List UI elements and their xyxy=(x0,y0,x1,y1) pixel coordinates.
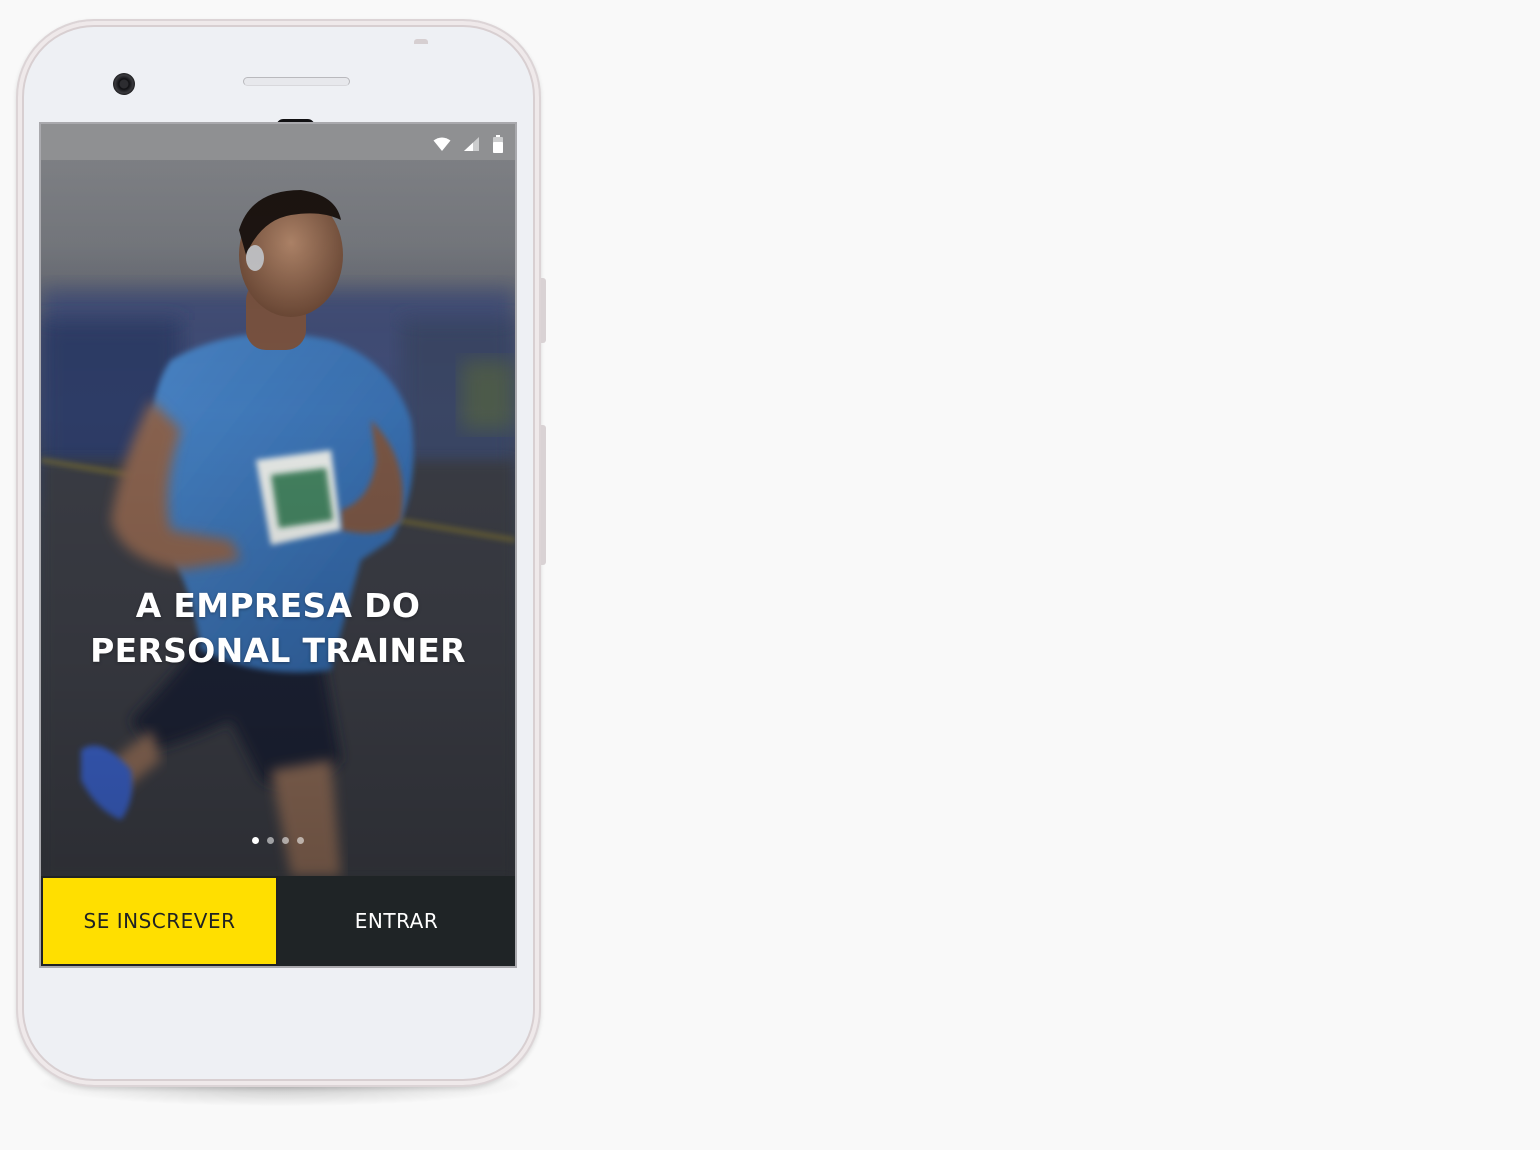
app-screen: A EMPRESA DO PERSONAL TRAINER SE INSCREV… xyxy=(41,124,515,966)
phone-top-button xyxy=(414,39,428,44)
carousel-dot-3[interactable] xyxy=(282,837,289,844)
hero-overlay xyxy=(41,160,515,876)
front-camera xyxy=(113,73,135,95)
phone-volume-button xyxy=(541,425,546,565)
status-icons xyxy=(433,134,503,154)
cellular-signal-icon xyxy=(464,137,480,151)
signup-button[interactable]: SE INSCREVER xyxy=(41,876,278,966)
auth-actions: SE INSCREVER ENTRAR xyxy=(41,876,515,966)
login-button[interactable]: ENTRAR xyxy=(278,876,515,966)
wifi-icon xyxy=(433,137,451,151)
earpiece-speaker xyxy=(243,77,350,86)
phone-power-button xyxy=(541,278,546,343)
headline-line-2: PERSONAL TRAINER xyxy=(90,631,466,670)
headline: A EMPRESA DO PERSONAL TRAINER xyxy=(41,583,515,673)
status-bar xyxy=(41,124,515,160)
headline-line-1: A EMPRESA DO xyxy=(135,586,421,625)
carousel-dot-1[interactable] xyxy=(252,837,259,844)
carousel-dot-2[interactable] xyxy=(267,837,274,844)
hero-image: A EMPRESA DO PERSONAL TRAINER xyxy=(41,160,515,876)
battery-icon xyxy=(493,135,503,153)
carousel-dot-4[interactable] xyxy=(297,837,304,844)
carousel-indicator xyxy=(41,837,515,844)
